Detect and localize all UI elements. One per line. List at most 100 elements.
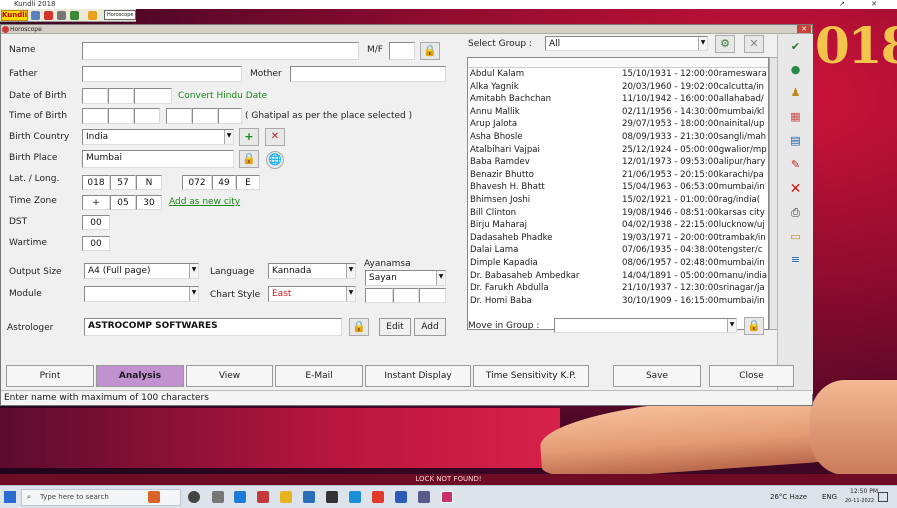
ayanamsa-degree-input[interactable]: [365, 288, 393, 303]
table-row[interactable]: Bhimsen Joshi 15/02/1921 - 01:00:00 rag/in…: [468, 194, 768, 207]
instant-display-button[interactable]: Instant Display: [365, 365, 471, 387]
lat-minute-input[interactable]: 57: [110, 175, 136, 190]
table-row[interactable]: Dadasaheb Phadke 19/03/1971 - 20:00:00 tra…: [468, 232, 768, 245]
notification-icon[interactable]: [878, 492, 888, 502]
list-icon[interactable]: ≡: [783, 251, 808, 269]
name-input[interactable]: [82, 42, 359, 60]
folder-icon[interactable]: ▭: [783, 228, 808, 246]
person-icon[interactable]: ♟: [783, 84, 808, 102]
lat-direction-input[interactable]: N: [136, 175, 162, 190]
email-button[interactable]: E-Mail: [275, 365, 363, 387]
mail-icon[interactable]: [303, 491, 315, 503]
mf-input[interactable]: [389, 42, 415, 60]
analysis-button[interactable]: Analysis: [96, 365, 184, 387]
file-explorer-icon[interactable]: [280, 491, 292, 503]
table-row[interactable]: Dalai Lama 07/06/1935 - 04:38:00 tengster/…: [468, 244, 768, 257]
chevron-down-icon[interactable]: ▼: [189, 264, 198, 278]
delete-icon[interactable]: ✕: [783, 180, 808, 198]
dob-month-input[interactable]: [108, 88, 134, 104]
window-controls[interactable]: ↗ ✕: [839, 0, 889, 9]
output-size-select[interactable]: A4 (Full page) ▼: [84, 263, 199, 279]
name-lock-icon[interactable]: 🔒: [420, 42, 440, 60]
dob-year-input[interactable]: [134, 88, 172, 104]
tob-second-input[interactable]: [134, 108, 160, 124]
chat-icon[interactable]: [257, 491, 269, 503]
long-minute-input[interactable]: 49: [212, 175, 236, 190]
tob-minute-input[interactable]: [108, 108, 134, 124]
language-select[interactable]: Kannada ▼: [268, 263, 356, 279]
toolbar-chart-icon[interactable]: [70, 11, 79, 20]
check-icon[interactable]: ✔: [783, 38, 808, 56]
toolbar-window-icon[interactable]: [31, 11, 40, 20]
ghati-input-2[interactable]: [192, 108, 218, 124]
time-sensitivity-button[interactable]: Time Sensitivity K.P.: [473, 365, 589, 387]
table-row[interactable]: Bhavesh H. Bhatt 15/04/1963 - 06:53:00 mum…: [468, 181, 768, 194]
group-users-icon[interactable]: ●: [783, 61, 808, 79]
kundli-taskbar-icon[interactable]: [441, 491, 453, 503]
ayanamsa-second-input[interactable]: [419, 288, 446, 303]
table-row[interactable]: Dimple Kapadia 08/06/1957 - 02:48:00 mumba…: [468, 257, 768, 270]
convert-hindu-date-link[interactable]: Convert Hindu Date: [178, 91, 267, 101]
table-row[interactable]: Dr. Homi Baba 30/10/1909 - 16:15:00 mumbai…: [468, 295, 768, 308]
word-icon[interactable]: [395, 491, 407, 503]
father-input[interactable]: [82, 66, 242, 82]
taskbar-time[interactable]: 12:50 PM: [850, 488, 878, 495]
move-group-dropdown[interactable]: ▼: [554, 318, 737, 333]
chevron-down-icon[interactable]: ▼: [727, 319, 736, 332]
long-degree-input[interactable]: 072: [182, 175, 212, 190]
chevron-down-icon[interactable]: ▼: [189, 287, 198, 301]
country-select[interactable]: India ▼: [82, 129, 234, 145]
group-settings-icon[interactable]: ⚙: [715, 35, 735, 53]
save-button[interactable]: Save: [613, 365, 701, 387]
records-list[interactable]: Abdul Kalam 15/10/1931 - 12:00:00 rameswar…: [467, 57, 769, 330]
place-input[interactable]: Mumbai: [82, 150, 234, 168]
pin-icon[interactable]: ✎: [783, 156, 808, 174]
edge-icon[interactable]: [234, 491, 246, 503]
dob-day-input[interactable]: [82, 88, 108, 104]
chevron-down-icon[interactable]: ▼: [436, 271, 445, 285]
astrologer-add-button[interactable]: Add: [414, 318, 446, 336]
chevron-down-icon[interactable]: ▼: [224, 130, 233, 144]
windows-start-icon[interactable]: [4, 491, 16, 503]
chrome-icon[interactable]: [372, 491, 384, 503]
weather-text[interactable]: 26°C Haze: [770, 493, 807, 501]
group-delete-icon[interactable]: ✕: [744, 35, 764, 53]
chevron-down-icon[interactable]: ▼: [698, 37, 707, 50]
move-group-lock-icon[interactable]: 🔒: [744, 317, 764, 335]
table-row[interactable]: Amitabh Bachchan 11/10/1942 - 16:00:00 all…: [468, 93, 768, 106]
print-button[interactable]: Print: [6, 365, 94, 387]
ayanamsa-minute-input[interactable]: [393, 288, 419, 303]
ghati-input-1[interactable]: [166, 108, 192, 124]
chevron-down-icon[interactable]: ▼: [346, 264, 355, 278]
table-row[interactable]: Alka Yagnik 20/03/1960 - 19:02:00 calcutta…: [468, 81, 768, 94]
ayanamsa-select[interactable]: Sayan ▼: [365, 270, 446, 286]
astrologer-edit-button[interactable]: Edit: [379, 318, 411, 336]
toolbar-tools-icon[interactable]: [44, 11, 53, 20]
add-new-city-link[interactable]: Add as new city: [169, 197, 240, 207]
table-row[interactable]: Annu Mallik 02/11/1956 - 14:30:00 mumbai/k…: [468, 106, 768, 119]
remove-country-cross-icon[interactable]: ✕: [265, 128, 285, 146]
table-row[interactable]: Dr. Babasaheb Ambedkar 14/04/1891 - 05:00…: [468, 270, 768, 283]
dst-input[interactable]: 00: [82, 215, 110, 230]
dialog-close-button[interactable]: ✕: [797, 25, 811, 33]
tob-hour-input[interactable]: [82, 108, 108, 124]
app-icon[interactable]: [418, 491, 430, 503]
table-row[interactable]: Birju Maharaj 04/02/1938 - 22:15:00 luckno…: [468, 219, 768, 232]
wartime-input[interactable]: 00: [82, 236, 110, 251]
astrologer-lock-icon[interactable]: 🔒: [349, 318, 369, 336]
add-country-plus-icon[interactable]: +: [239, 128, 259, 146]
mother-input[interactable]: [290, 66, 446, 82]
taskbar-date[interactable]: 20-11-2022: [845, 498, 874, 504]
close-button[interactable]: Close: [709, 365, 794, 387]
view-button[interactable]: View: [186, 365, 273, 387]
toolbar-horoscope-tab[interactable]: Horoscope: [104, 10, 136, 20]
table-row[interactable]: Abdul Kalam 15/10/1931 - 12:00:00 rameswar…: [468, 68, 768, 81]
chart-style-select[interactable]: East ▼: [268, 286, 356, 302]
place-lock-icon[interactable]: 🔒: [239, 150, 259, 168]
ghati-input-3[interactable]: [218, 108, 242, 124]
taskbar-widget-icon[interactable]: [148, 491, 160, 503]
timezone-minutes-input[interactable]: 30: [136, 195, 162, 210]
timezone-hours-input[interactable]: 05: [110, 195, 136, 210]
printer-icon[interactable]: ⎙: [783, 204, 808, 222]
taskbar-grid-icon[interactable]: [212, 491, 224, 503]
